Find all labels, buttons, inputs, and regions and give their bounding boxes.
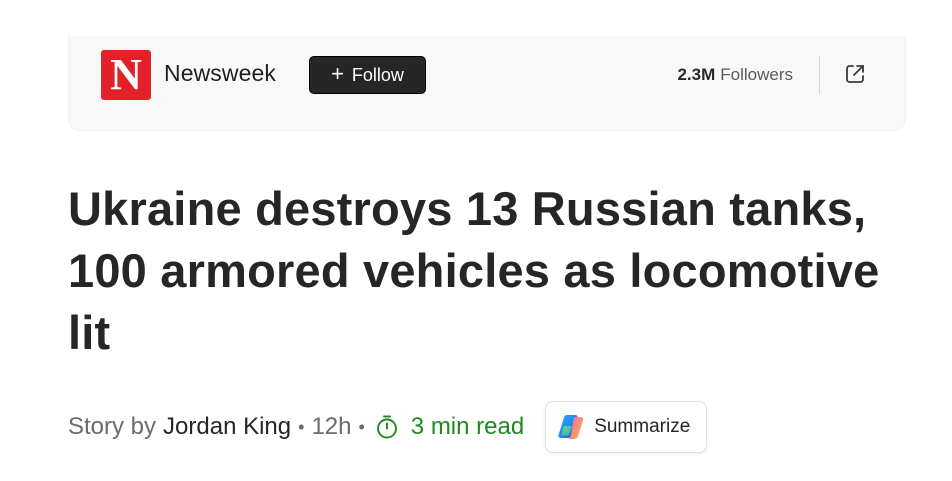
divider	[819, 56, 820, 94]
publisher-name[interactable]: Newsweek	[164, 60, 276, 87]
publish-time: 12h	[311, 413, 352, 440]
followers-label: Followers	[720, 65, 793, 84]
share-button[interactable]	[841, 60, 869, 88]
article-page: N Newsweek + Follow 2.3M Followers Ukrain…	[0, 0, 952, 481]
read-time: 3 min read	[372, 413, 524, 441]
byline-separator: •	[298, 416, 305, 437]
article-headline: Ukraine destroys 13 Russian tanks, 100 a…	[68, 182, 880, 359]
followers-number: 2.3M	[677, 65, 716, 84]
follow-button[interactable]: + Follow	[309, 56, 426, 94]
copilot-icon	[558, 415, 584, 439]
newsweek-logo[interactable]: N	[101, 50, 151, 100]
external-share-icon	[846, 65, 864, 83]
follow-label: Follow	[351, 64, 404, 85]
author-link[interactable]: Jordan King	[163, 413, 291, 441]
stopwatch-icon	[376, 415, 397, 439]
byline: Story by Jordan King • 12h • 3 min read	[68, 401, 708, 453]
byline-separator: •	[358, 416, 365, 437]
byline-prefix: Story by	[68, 413, 157, 440]
followers-count: 2.3M Followers	[677, 65, 793, 85]
summarize-button[interactable]: Summarize	[545, 401, 708, 453]
summarize-label: Summarize	[594, 416, 691, 437]
plus-icon: +	[331, 60, 344, 86]
read-time-label: 3 min read	[410, 413, 525, 440]
publisher-bar: N Newsweek + Follow 2.3M Followers	[68, 36, 906, 131]
